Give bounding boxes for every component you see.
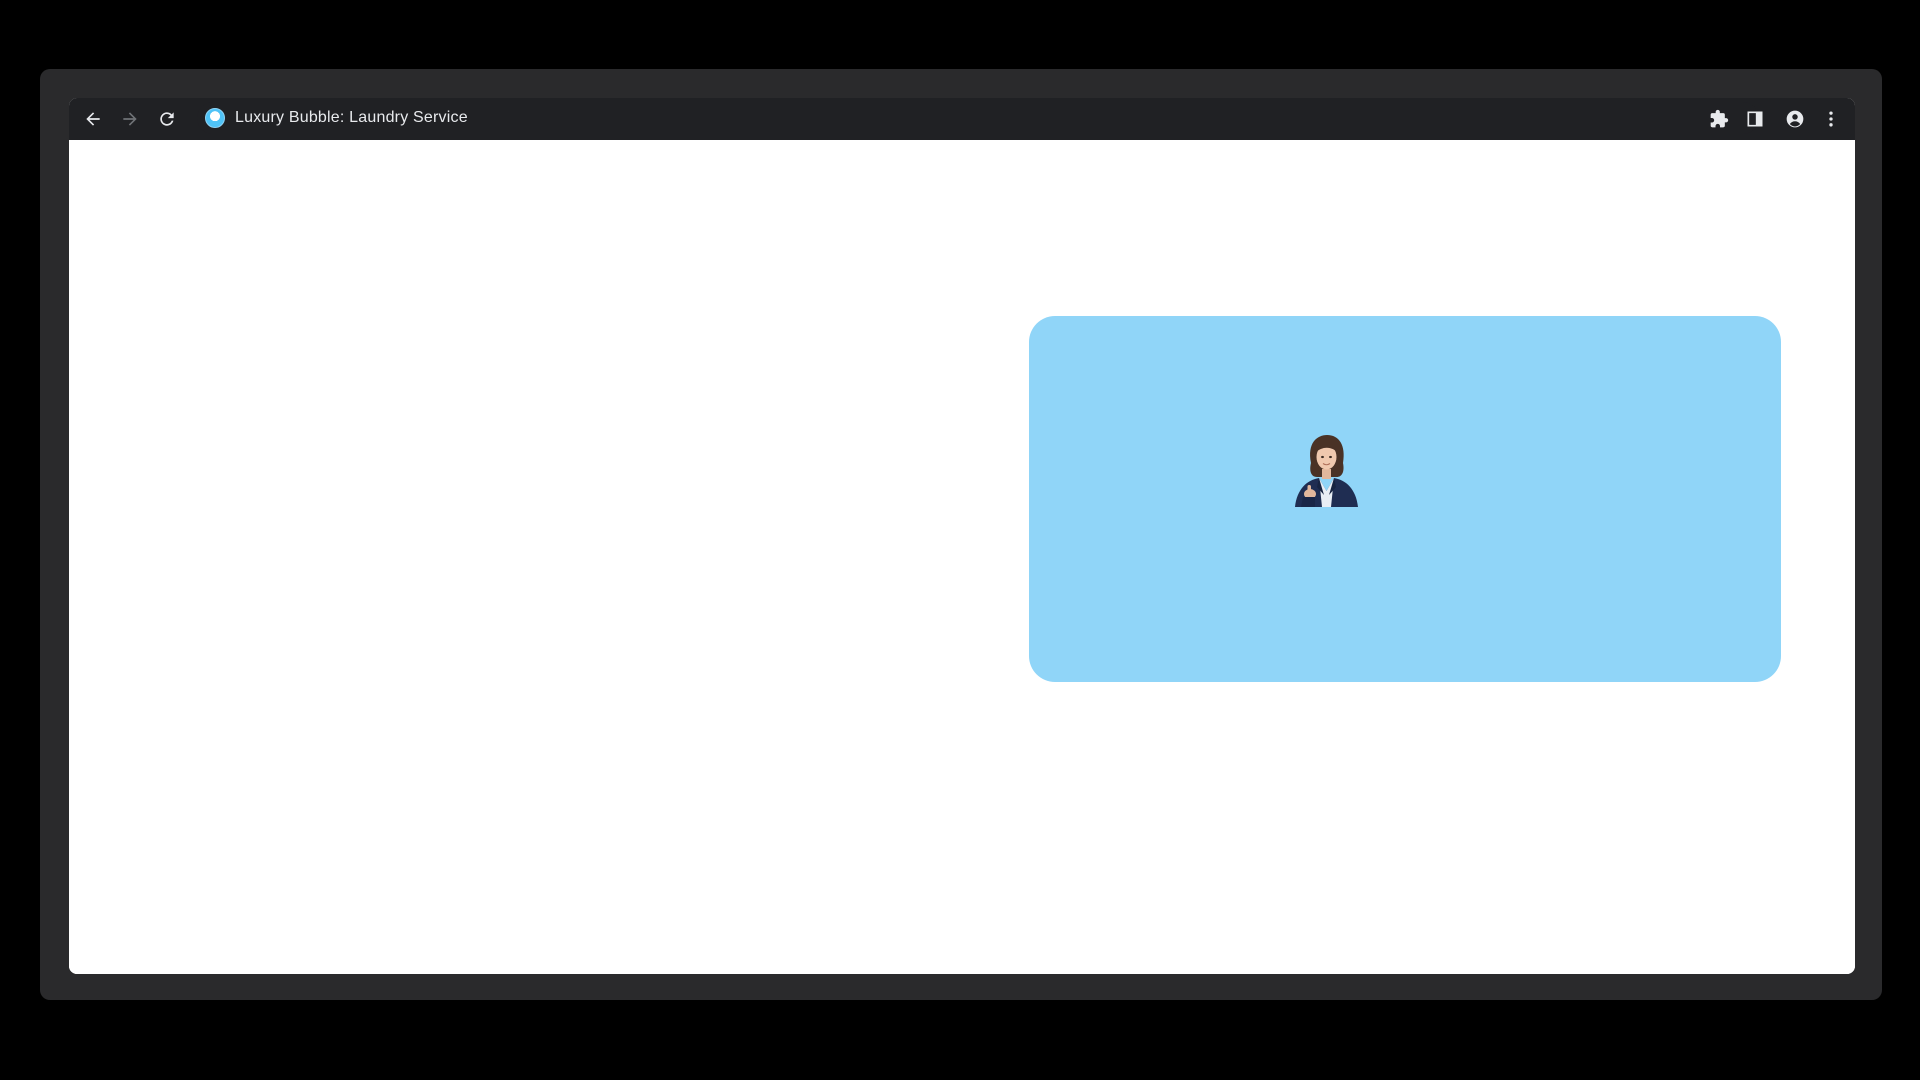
forward-button[interactable] bbox=[112, 101, 148, 137]
side-panel-icon bbox=[1747, 111, 1763, 127]
arrow-left-icon bbox=[86, 112, 100, 126]
reload-button[interactable] bbox=[149, 101, 185, 137]
puzzle-icon bbox=[1710, 109, 1729, 128]
extensions-button[interactable] bbox=[1701, 101, 1737, 137]
page-content bbox=[69, 140, 1855, 974]
reload-icon bbox=[160, 112, 174, 126]
assistant-card bbox=[1029, 316, 1781, 682]
menu-button[interactable] bbox=[1813, 101, 1849, 137]
arrow-right-icon bbox=[123, 112, 137, 126]
kebab-menu-icon bbox=[1829, 111, 1833, 127]
profile-icon bbox=[1786, 110, 1804, 128]
page-title: Luxury Bubble: Laundry Service bbox=[235, 109, 468, 126]
profile-button[interactable] bbox=[1777, 101, 1813, 137]
back-button[interactable] bbox=[75, 101, 111, 137]
address-bar[interactable]: Luxury Bubble: Laundry Service bbox=[197, 102, 1759, 134]
assistant-avatar bbox=[1295, 435, 1358, 507]
browser-toolbar: Luxury Bubble: Laundry Service bbox=[69, 98, 1855, 140]
side-panel-button[interactable] bbox=[1737, 101, 1773, 137]
favicon-icon bbox=[205, 108, 225, 128]
toolbar-actions bbox=[1701, 98, 1855, 140]
browser-window: Luxury Bubble: Laundry Service bbox=[69, 98, 1855, 974]
